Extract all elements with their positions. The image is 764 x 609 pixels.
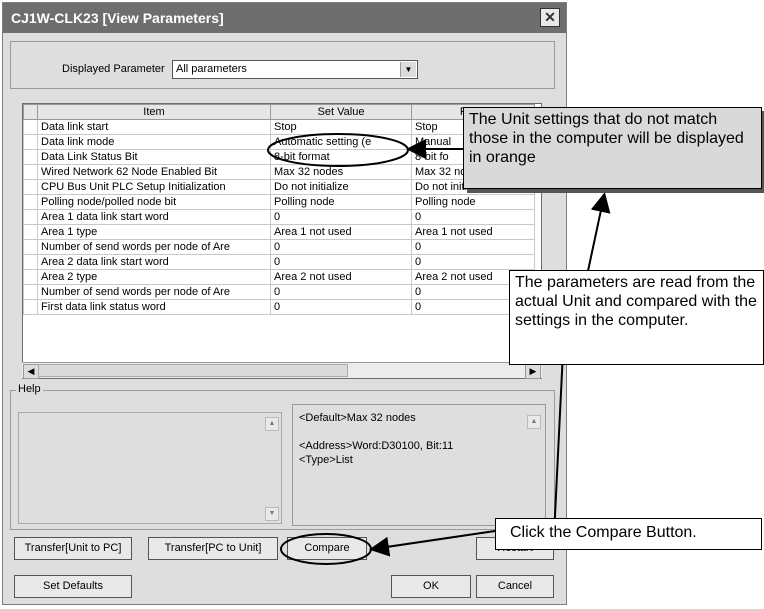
highlight-data-link-mode xyxy=(267,133,409,167)
arrow-to-compare-button xyxy=(369,530,496,557)
read-compare-callout: The parameters are read from the actual … xyxy=(509,270,764,365)
click-compare-callout: Click the Compare Button. xyxy=(495,518,762,550)
highlight-compare-button xyxy=(280,533,372,565)
orange-settings-callout: The Unit settings that do not match thos… xyxy=(463,107,762,189)
